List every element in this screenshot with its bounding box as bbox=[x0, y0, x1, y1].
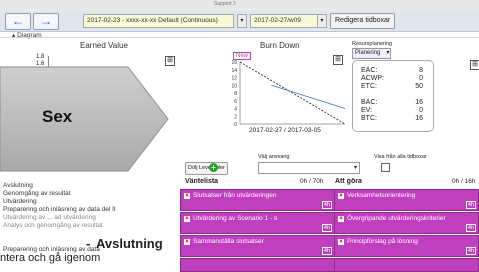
show-all-checkbox[interactable] bbox=[381, 163, 390, 172]
todo-title: Att göra bbox=[335, 178, 362, 185]
task-card[interactable]: × Verksamhetsorientering 4h bbox=[334, 189, 479, 211]
task-card[interactable]: × Slutsatser från utvärderingen 4h bbox=[180, 189, 335, 211]
resource-label: Resursplanering bbox=[352, 41, 393, 47]
caption-sub: ntera och gå igenom bbox=[0, 252, 101, 264]
bd-tick-label: 10 bbox=[231, 83, 237, 89]
prev-arrow-button[interactable]: ← bbox=[5, 13, 31, 30]
edit-timeboxes-button[interactable]: Redigera tidboxar bbox=[330, 13, 396, 29]
bd-tick-label: 12 bbox=[231, 76, 237, 82]
todo-hours: 0h / 16h bbox=[452, 178, 476, 185]
waiting-list-title: Väntelista bbox=[185, 178, 219, 185]
bd-series-line bbox=[271, 84, 346, 109]
week-chevron-down-icon[interactable]: ▾ bbox=[317, 14, 327, 28]
tree-item[interactable]: Preparering och inläsning av data del II bbox=[3, 206, 116, 213]
task-card[interactable]: × Övergripande utvärderingskriterier 4h bbox=[334, 212, 479, 234]
chevron-down-icon: ▾ bbox=[386, 50, 390, 56]
burn-down-date-range: 2017-02-27 / 2017-03-05 bbox=[249, 127, 321, 134]
ev-tick: 1.8 bbox=[36, 54, 45, 60]
close-icon[interactable]: × bbox=[184, 239, 190, 245]
bd-tick-label: 0 bbox=[234, 122, 237, 128]
waiting-hours: 0h / 70h bbox=[300, 178, 324, 185]
next-arrow-button[interactable]: → bbox=[33, 13, 59, 30]
bd-tick-label: 16 bbox=[231, 60, 237, 66]
bd-tick-label: 14 bbox=[231, 68, 237, 74]
show-all-label: Visa från alla tidboxar bbox=[374, 154, 427, 160]
task-card[interactable]: × Sammanställa slutsatser 4h bbox=[180, 235, 335, 257]
caption-dash: - bbox=[86, 236, 91, 251]
assignee-select[interactable]: ▾ bbox=[258, 162, 360, 174]
burn-down-title: Burn Down bbox=[260, 41, 300, 50]
earned-value-title: Earned Value bbox=[80, 41, 128, 50]
top-sub-label: Support 3 bbox=[214, 1, 236, 7]
task-card[interactable]: × Utvärdering av Scenario 1 - s 4h bbox=[180, 212, 335, 234]
bd-series-line bbox=[239, 61, 346, 125]
toolbar: ← → 2017-02-23 - xxxx-xx-xx Default (Con… bbox=[0, 11, 479, 32]
resource-select-value: Planering bbox=[355, 50, 381, 56]
period-chevron-down-icon[interactable]: ▾ bbox=[237, 14, 247, 28]
add-icon[interactable]: + bbox=[209, 163, 218, 172]
tree-item[interactable]: Utvärdering bbox=[3, 198, 37, 205]
close-icon[interactable]: × bbox=[184, 193, 190, 199]
bd-tick-label: 6 bbox=[234, 99, 237, 105]
close-icon[interactable]: × bbox=[184, 216, 190, 222]
hide-deliverables-button[interactable]: Dölj Leverabler bbox=[185, 162, 228, 175]
task-card[interactable]: × Principförslag på lösning 4h bbox=[334, 235, 479, 257]
arrow-label: Sex bbox=[42, 107, 73, 126]
close-icon[interactable]: × bbox=[338, 239, 344, 245]
tree-item[interactable]: Genomgång av resultat bbox=[3, 190, 71, 197]
bd-tick-label: 8 bbox=[234, 91, 237, 97]
tree-item[interactable]: Avslutning bbox=[3, 182, 33, 189]
top-strip: Support 3 bbox=[0, 0, 479, 11]
resource-select[interactable]: Planering ▾ bbox=[352, 48, 392, 59]
bd-tick-label: 4 bbox=[234, 107, 237, 113]
resource-stats-box: EAC: 8 ACWP: 0 ETC: 50 BAC: 16 EV: 0 BTC: 16 bbox=[352, 60, 434, 132]
caption-title: Avslutning bbox=[96, 236, 163, 251]
chevron-down-icon: ▾ bbox=[353, 165, 357, 171]
assignee-label: Välj ansvarig bbox=[258, 154, 290, 160]
tree-item[interactable]: Utvärdering av ... ad utvärdering bbox=[3, 214, 96, 221]
close-icon[interactable]: × bbox=[338, 216, 344, 222]
bd-tick-label: 2 bbox=[234, 114, 237, 120]
close-icon[interactable]: × bbox=[338, 193, 344, 199]
tree-item[interactable]: Analys och genomgång av resultat bbox=[3, 222, 103, 229]
burn-down-chart: 16 14 1210 8 6 42 0 bbox=[231, 60, 346, 128]
expand-icon[interactable]: ⊞ bbox=[470, 60, 479, 70]
week-select[interactable]: 2017-02-27/w09 bbox=[250, 14, 319, 28]
step-arrow-overlay bbox=[0, 66, 169, 172]
period-select[interactable]: 2017-02-23 - xxxx-xx-xx Default (Continu… bbox=[83, 14, 234, 28]
arrow-shape bbox=[0, 66, 169, 172]
